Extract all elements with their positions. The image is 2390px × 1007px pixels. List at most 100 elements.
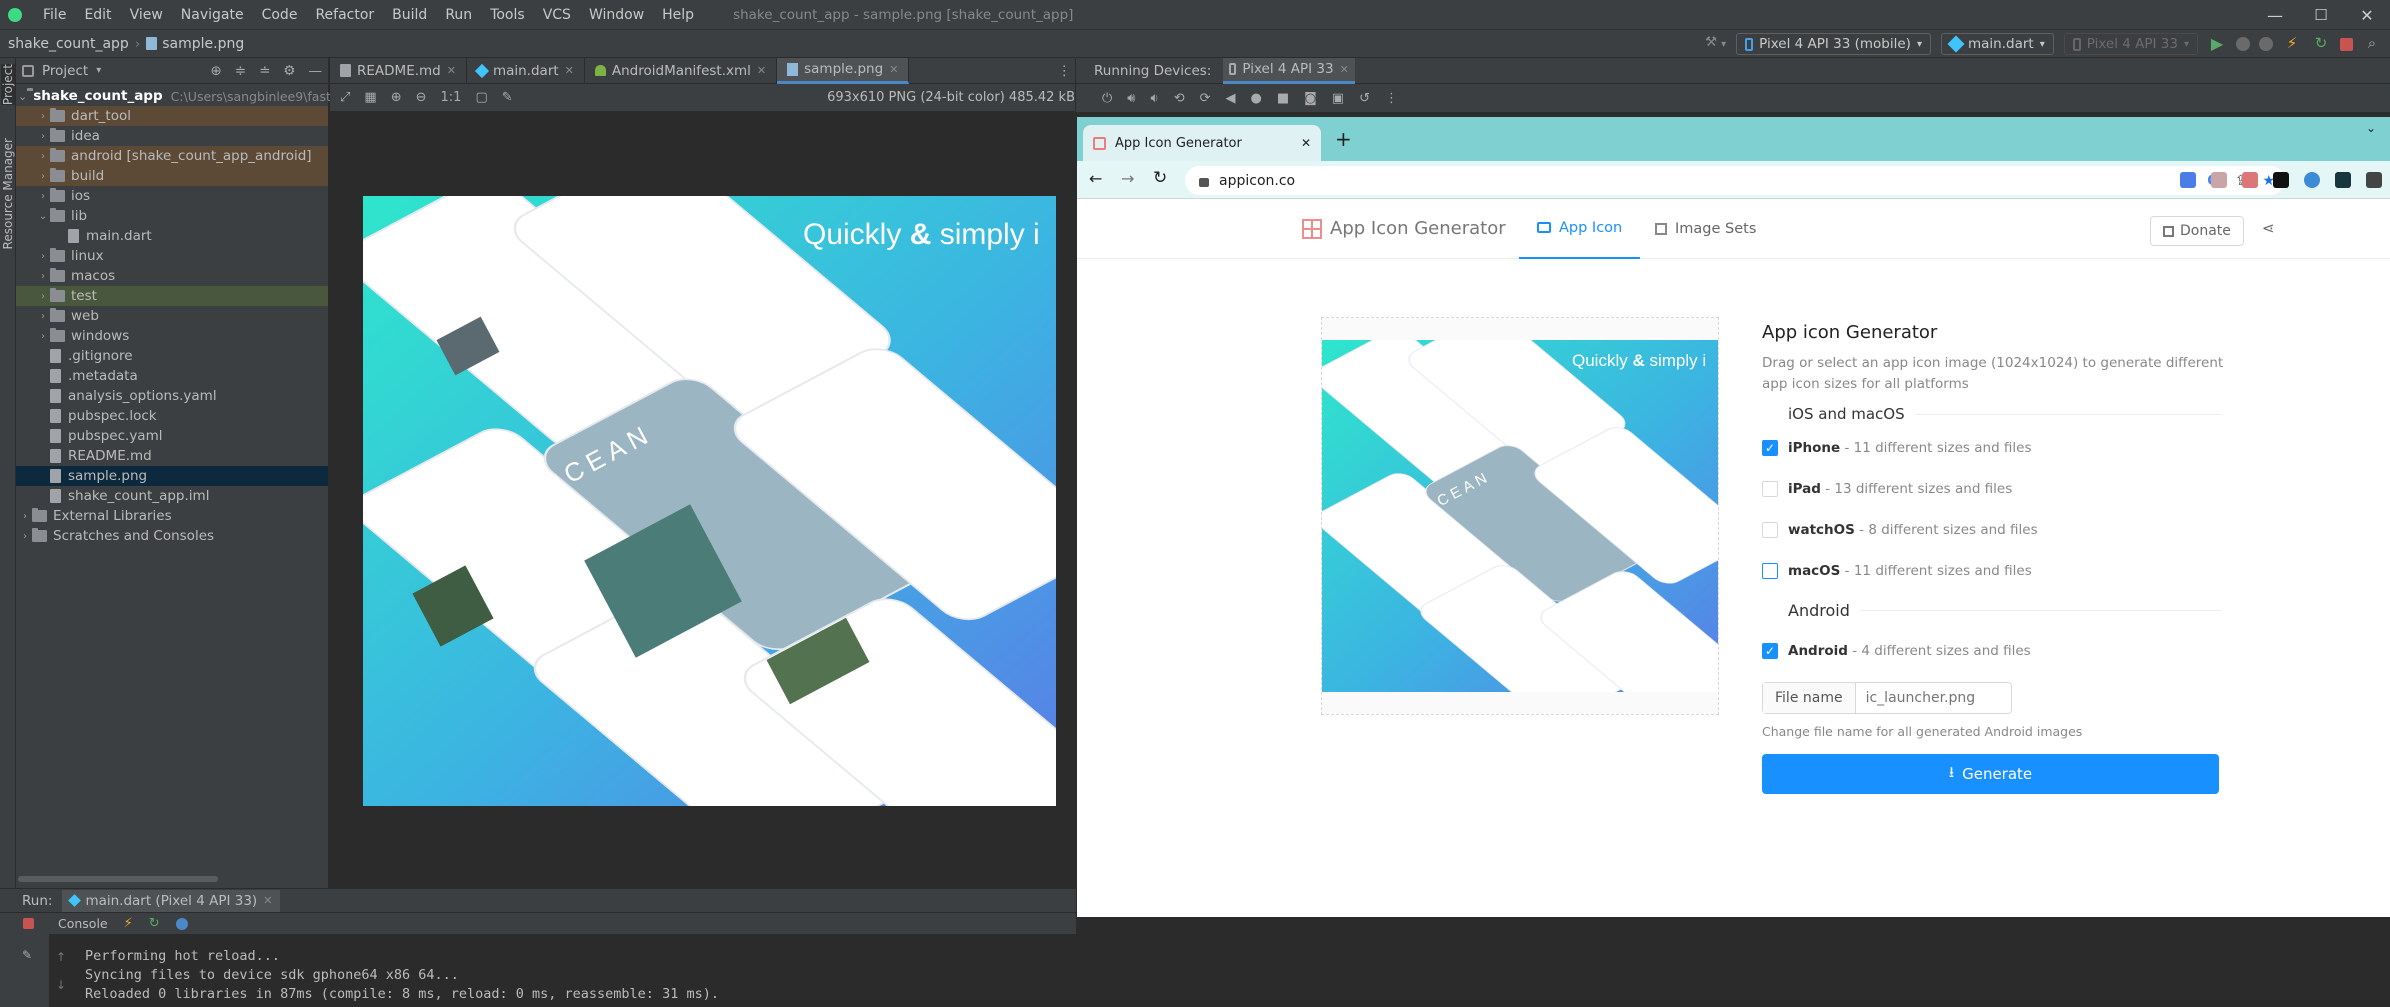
maximize-icon[interactable]: ☐ [2298, 6, 2344, 24]
option-watchos[interactable]: watchOS - 8 different sizes and files [1762, 519, 2222, 541]
expand-arrow-icon[interactable]: › [36, 111, 50, 122]
android-checkbox[interactable]: ✓ [1762, 643, 1778, 659]
donate-button[interactable]: Donate [2150, 216, 2244, 246]
device-selector[interactable]: Pixel 4 API 33 (mobile) ▾ [1736, 33, 1931, 55]
rotate-right-icon[interactable]: ⟳ [1200, 91, 1211, 106]
menu-file[interactable]: File [34, 7, 75, 23]
reload-icon[interactable]: ↻ [1153, 168, 1167, 188]
locate-icon[interactable]: ⊕ [210, 63, 221, 79]
screenshot-icon[interactable]: ◙ [1304, 91, 1317, 106]
home-icon[interactable]: ● [1251, 91, 1262, 106]
resource-manager-tool-tab[interactable]: Resource Manager [1, 138, 15, 249]
volume-down-icon[interactable]: 🔉︎ [1151, 91, 1159, 106]
tree-item[interactable]: main.dart [16, 226, 328, 246]
nav-image-sets[interactable]: Image Sets [1637, 199, 1774, 259]
camera-extension-icon[interactable] [2211, 172, 2227, 188]
tree-item[interactable]: › web [16, 306, 328, 326]
project-tool-tab[interactable]: Project [1, 64, 15, 106]
close-tab-icon[interactable]: ✕ [565, 64, 574, 77]
menu-vcs[interactable]: VCS [534, 7, 580, 23]
debug-icon[interactable] [2236, 37, 2250, 51]
dark-teal-extension-icon[interactable] [2335, 172, 2351, 188]
close-tab-icon[interactable]: ✕ [1301, 136, 1311, 150]
option-macos[interactable]: macOS - 11 different sizes and files [1762, 560, 2222, 582]
tab-sample-png[interactable]: sample.png ✕ [777, 57, 910, 84]
background-icon[interactable]: ▢ [475, 90, 487, 105]
tab-android-manifest[interactable]: AndroidManifest.xml ✕ [585, 57, 778, 84]
option-android[interactable]: ✓ Android - 4 different sizes and files [1762, 640, 2222, 662]
tree-item[interactable]: .metadata [16, 366, 328, 386]
menu-help[interactable]: Help [653, 7, 703, 23]
tree-item[interactable]: .gitignore [16, 346, 328, 366]
tree-item[interactable]: › windows [16, 326, 328, 346]
new-tab-icon[interactable]: + [1335, 127, 1352, 151]
fit-icon[interactable]: ⤢ [340, 90, 350, 105]
refresh-extension-icon[interactable] [2304, 172, 2320, 188]
menu-tools[interactable]: Tools [481, 7, 534, 23]
hot-restart-icon[interactable]: ↻ [2311, 34, 2331, 54]
site-logo[interactable]: App Icon Generator [1302, 218, 1506, 239]
expand-arrow-icon[interactable]: › [36, 191, 50, 202]
ipad-checkbox[interactable] [1762, 481, 1778, 497]
tree-item[interactable]: › test [16, 286, 328, 306]
close-tab-icon[interactable]: ✕ [447, 64, 456, 77]
expand-arrow-icon[interactable]: › [18, 531, 32, 542]
close-tab-icon[interactable]: ✕ [889, 63, 898, 76]
run-tab[interactable]: main.dart (Pixel 4 API 33) ✕ [62, 889, 281, 912]
breadcrumb-file[interactable]: sample.png [162, 36, 244, 52]
menu-run[interactable]: Run [436, 7, 481, 23]
watchos-checkbox[interactable] [1762, 522, 1778, 538]
hide-panel-icon[interactable]: — [309, 63, 323, 79]
breadcrumb-project[interactable]: shake_count_app [8, 36, 129, 52]
menu-code[interactable]: Code [253, 7, 307, 23]
menu-build[interactable]: Build [383, 7, 436, 23]
menu-refactor[interactable]: Refactor [306, 7, 383, 23]
console-tab[interactable]: Console [58, 916, 108, 931]
project-view-selector[interactable]: Project [42, 63, 88, 79]
expand-arrow-icon[interactable]: › [36, 151, 50, 162]
search-everywhere-icon[interactable]: ⌕ [2362, 34, 2382, 54]
minimize-icon[interactable]: — [2252, 6, 2298, 25]
translate-extension-icon[interactable] [2180, 172, 2196, 188]
nav-app-icon[interactable]: App Icon [1519, 199, 1641, 259]
close-tab-icon[interactable]: ✕ [757, 64, 766, 77]
tree-item[interactable]: › dart_tool [16, 106, 328, 126]
file-name-input[interactable] [1855, 690, 2006, 706]
tree-item[interactable]: pubspec.yaml [16, 426, 328, 446]
tree-scrollbar[interactable] [18, 876, 218, 882]
image-drop-zone[interactable]: Quickly & simply i OCEAN [1321, 317, 1719, 715]
screen-capture-extension-icon[interactable] [2242, 172, 2258, 188]
expand-arrow-icon[interactable]: › [36, 271, 50, 282]
tree-item[interactable]: sample.png [16, 466, 328, 486]
expand-arrow-icon[interactable]: ⌄ [36, 211, 50, 222]
menu-view[interactable]: View [121, 7, 172, 23]
close-tab-icon[interactable]: ✕ [1340, 63, 1349, 76]
rotate-left-icon[interactable]: ⟲ [1174, 91, 1185, 106]
tree-item[interactable]: ⌄ lib [16, 206, 328, 226]
running-device-tab[interactable]: Pixel 4 API 33 ✕ [1223, 57, 1355, 84]
hot-restart-icon[interactable]: ↻ [149, 916, 160, 931]
tree-item[interactable]: README.md [16, 446, 328, 466]
expand-arrow-icon[interactable]: › [36, 311, 50, 322]
puzzle-extensions-icon[interactable] [2366, 172, 2382, 188]
zoom-out-icon[interactable]: ⊖ [416, 90, 427, 105]
option-iphone[interactable]: ✓ iPhone - 11 different sizes and files [1762, 437, 2222, 459]
tree-root[interactable]: ⌄ shake_count_app C:\Users\sangbinlee9\f… [16, 86, 345, 106]
devtools-icon[interactable] [175, 917, 188, 930]
run-config-selector[interactable]: main.dart ▾ [1940, 33, 2054, 55]
iphone-checkbox[interactable]: ✓ [1762, 440, 1778, 456]
more-tabs-icon[interactable]: ⋮ [1058, 63, 1072, 79]
stop-icon[interactable] [23, 918, 34, 929]
menu-edit[interactable]: Edit [75, 7, 120, 23]
address-bar[interactable]: appicon.co G ⇪ ★ [1185, 166, 2285, 195]
hammer-icon[interactable]: ⚒ [1701, 34, 1721, 54]
run-icon[interactable]: ▶ [2207, 34, 2227, 54]
hot-reload-icon[interactable]: ⚡ [124, 916, 133, 931]
scroll-down-icon[interactable]: ↓ [56, 978, 66, 992]
expand-arrow-icon[interactable]: › [36, 131, 50, 142]
menu-window[interactable]: Window [580, 7, 653, 23]
dark-extension-icon[interactable] [2273, 172, 2289, 188]
tree-item[interactable]: › android [shake_count_app_android] [16, 146, 328, 166]
tree-item[interactable]: › ios [16, 186, 328, 206]
share-icon[interactable]: ⋖ [2262, 219, 2275, 237]
